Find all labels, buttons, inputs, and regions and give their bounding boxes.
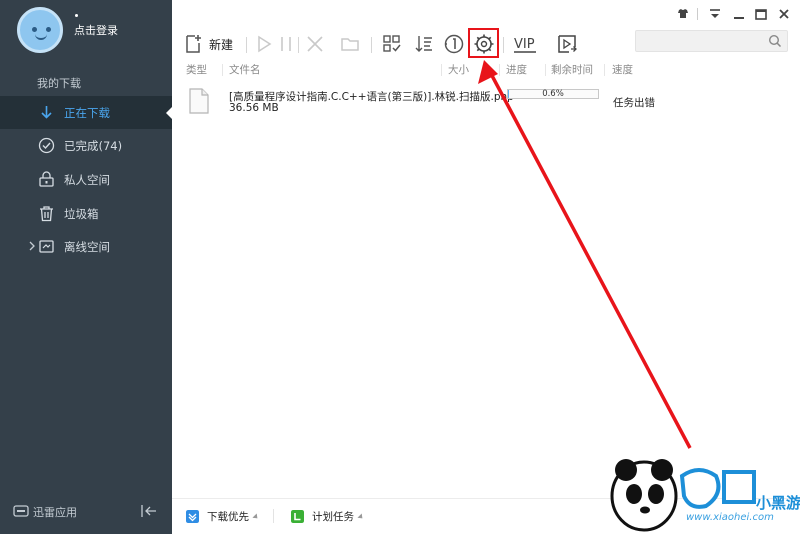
annotation-arrow-line <box>487 69 692 449</box>
sidebar-item-trash[interactable]: 垃圾箱 <box>0 197 172 230</box>
profile-area[interactable]: 点击登录 <box>0 0 172 66</box>
toolbar-separator <box>298 37 299 53</box>
maximize-icon[interactable] <box>753 6 769 22</box>
cloud-file-icon <box>39 240 54 253</box>
column-separator <box>441 64 442 76</box>
column-separator <box>222 64 223 76</box>
download-status: 任务出错 <box>613 97 655 109</box>
sidebar-item-label: 正在下载 <box>64 105 110 120</box>
new-file-icon <box>186 35 201 53</box>
chevron-right-icon[interactable] <box>28 241 36 251</box>
download-arrow-icon <box>41 106 52 119</box>
toolbar-separator <box>246 37 247 53</box>
dropdown-arrow-icon <box>252 512 260 521</box>
column-separator <box>499 64 500 76</box>
download-priority-label: 下载优先 <box>207 511 249 523</box>
open-folder-button[interactable] <box>340 30 360 58</box>
avatar-eye <box>46 27 51 32</box>
minimize-icon[interactable] <box>731 6 747 22</box>
window-control-divider <box>697 8 698 20</box>
toolbar: 新建 VIP <box>172 30 632 58</box>
column-separator <box>604 64 605 76</box>
vip-icon: VIP <box>514 37 536 53</box>
dropdown-arrow-icon <box>357 512 365 521</box>
delete-x-icon <box>307 36 323 52</box>
pause-icon <box>281 37 291 51</box>
column-header-type[interactable]: 类型 <box>186 62 207 77</box>
speed-limit-button[interactable] <box>443 30 465 58</box>
column-header-filename[interactable]: 文件名 <box>229 62 261 77</box>
sidebar-footer: 迅雷应用 <box>0 496 172 526</box>
batch-select-button[interactable] <box>382 30 402 58</box>
apps-icon[interactable] <box>13 504 29 518</box>
folder-icon <box>341 38 359 51</box>
download-priority-icon <box>186 510 199 523</box>
sort-icon <box>415 36 432 52</box>
close-icon[interactable] <box>776 6 792 22</box>
toolbar-separator <box>503 37 504 53</box>
sidebar-item-private[interactable]: 私人空间 <box>0 163 172 196</box>
column-header-size[interactable]: 大小 <box>448 62 469 77</box>
speed-limit-icon <box>444 34 464 54</box>
play-icon <box>258 35 272 53</box>
login-dot <box>75 14 78 17</box>
active-indicator <box>166 107 172 119</box>
settings-highlight-box <box>468 28 499 58</box>
play-video-button[interactable] <box>556 30 578 58</box>
login-link[interactable]: 点击登录 <box>74 22 118 38</box>
sidebar: 点击登录 我的下载 正在下载 已完成(74) 私人空间 垃圾箱 离线空间 迅雷应… <box>0 0 172 534</box>
skin-icon[interactable] <box>675 6 691 22</box>
apps-label[interactable]: 迅雷应用 <box>33 504 77 520</box>
avatar-mouth <box>35 34 47 40</box>
file-type-icon <box>189 88 209 114</box>
bottom-bar-divider <box>273 509 274 523</box>
column-headers: 类型 文件名 大小 进度 剩余时间 速度 <box>172 62 800 78</box>
search-input[interactable] <box>635 30 788 52</box>
avatar-eye <box>32 27 37 32</box>
menu-icon[interactable] <box>707 6 723 22</box>
column-header-speed[interactable]: 速度 <box>612 62 633 77</box>
sidebar-item-downloading[interactable]: 正在下载 <box>0 96 172 129</box>
pause-button[interactable] <box>278 30 294 58</box>
sidebar-item-label: 已完成(74) <box>64 138 123 153</box>
scheduled-task-label: 计划任务 <box>312 511 354 523</box>
search-icon[interactable] <box>768 34 782 48</box>
sidebar-item-completed[interactable]: 已完成(74) <box>0 129 172 162</box>
sidebar-item-label: 离线空间 <box>64 239 110 254</box>
column-header-progress[interactable]: 进度 <box>506 62 527 77</box>
check-circle-icon <box>38 137 55 154</box>
video-play-icon <box>558 35 577 53</box>
column-separator <box>545 64 546 76</box>
watermark-url: www.xiaohei.com <box>686 512 774 523</box>
watermark-title: 小黑游戏 <box>756 494 800 512</box>
progress-bar: 0.6% <box>507 89 599 99</box>
nav-section-title: 我的下载 <box>37 77 81 90</box>
sidebar-item-offline[interactable]: 离线空间 <box>0 230 172 263</box>
toolbar-separator <box>371 37 372 53</box>
scheduled-task-button[interactable]: 计划任务 <box>291 509 365 524</box>
delete-button[interactable] <box>305 30 325 58</box>
column-header-remaining[interactable]: 剩余时间 <box>551 62 593 77</box>
sidebar-item-label: 垃圾箱 <box>64 206 99 221</box>
lock-icon <box>39 171 54 187</box>
start-button[interactable] <box>254 30 274 58</box>
schedule-icon <box>291 510 304 523</box>
grid-check-icon <box>383 35 401 52</box>
new-task-button[interactable]: 新建 <box>183 30 233 58</box>
collapse-sidebar-icon[interactable] <box>140 503 158 519</box>
vip-text: VIP <box>514 37 535 52</box>
vip-button[interactable]: VIP <box>512 30 538 58</box>
new-task-label: 新建 <box>209 37 234 52</box>
download-priority-button[interactable]: 下载优先 <box>186 509 260 524</box>
sort-button[interactable] <box>414 30 434 58</box>
avatar[interactable] <box>17 7 63 53</box>
sidebar-item-label: 私人空间 <box>64 172 110 187</box>
download-file-size: 36.56 MB <box>229 102 279 114</box>
progress-text: 0.6% <box>542 89 564 99</box>
trash-icon <box>40 206 53 222</box>
